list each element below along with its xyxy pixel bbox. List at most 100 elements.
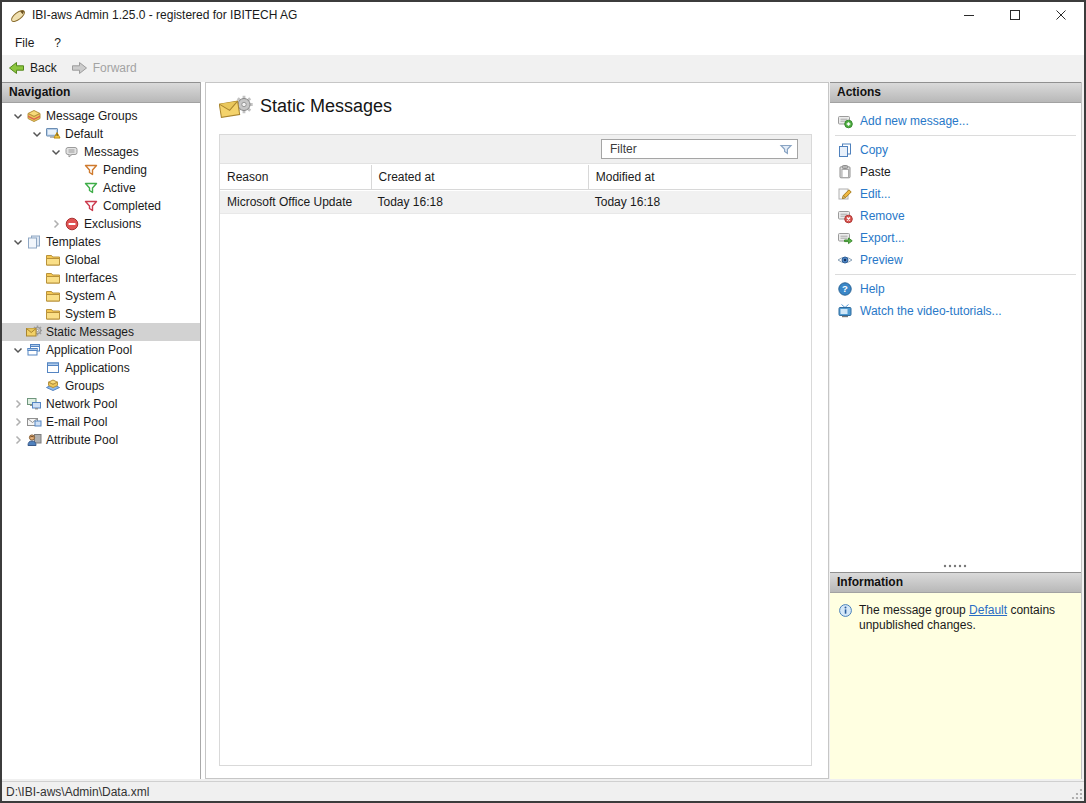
column-header-created-at[interactable]: Created at <box>371 165 588 189</box>
tree-item-static-messages[interactable]: Static Messages <box>2 323 200 341</box>
back-arrow-icon <box>8 60 25 76</box>
chevron-right-icon[interactable] <box>48 216 64 232</box>
menu-[interactable]: ? <box>44 30 71 55</box>
action-label: Preview <box>860 253 903 267</box>
action-export[interactable]: Export... <box>830 227 1081 249</box>
funnel-pending-icon <box>83 162 99 178</box>
chevron-down-icon[interactable] <box>10 342 26 358</box>
tree-item-active[interactable]: Active <box>2 179 200 197</box>
action-label: Add new message... <box>860 114 969 128</box>
menu-file[interactable]: File <box>5 30 44 55</box>
action-separator <box>835 274 1076 275</box>
cell: Today 16:18 <box>371 191 588 213</box>
tree-item-messages[interactable]: Messages <box>2 143 200 161</box>
action-remove[interactable]: Remove <box>830 205 1081 227</box>
funnel-active-icon <box>83 180 99 196</box>
tree-item-attribute-pool[interactable]: Attribute Pool <box>2 431 200 449</box>
tree-item-label: E-mail Pool <box>46 415 107 429</box>
chevron-spacer <box>67 198 83 214</box>
chevron-right-icon[interactable] <box>10 396 26 412</box>
tree-item-label: Applications <box>65 361 130 375</box>
main-panel: Static Messages Filter ReasonCreated atM… <box>205 82 829 779</box>
action-label: Paste <box>860 165 891 179</box>
forward-arrow-icon <box>71 60 88 76</box>
chevron-right-icon[interactable] <box>10 414 26 430</box>
right-panel: Actions Add new message...CopyPasteEdit.… <box>830 82 1082 779</box>
tree-item-default[interactable]: Default <box>2 125 200 143</box>
tree-item-system-a[interactable]: System A <box>2 287 200 305</box>
messages-table: Filter ReasonCreated atModified at Micro… <box>219 134 812 766</box>
chevron-spacer <box>67 180 83 196</box>
tree-item-network-pool[interactable]: Network Pool <box>2 395 200 413</box>
action-preview[interactable]: Preview <box>830 249 1081 271</box>
action-add-new-message[interactable]: Add new message... <box>830 110 1081 132</box>
tree-item-groups[interactable]: Groups <box>2 377 200 395</box>
email-pool-icon <box>26 414 42 430</box>
action-copy[interactable]: Copy <box>830 139 1081 161</box>
message-groups-icon <box>26 108 42 124</box>
default-group-link[interactable]: Default <box>969 603 1007 617</box>
toolbar-label: Back <box>30 61 57 75</box>
chevron-down-icon[interactable] <box>48 144 64 160</box>
chevron-down-icon[interactable] <box>10 234 26 250</box>
paste-icon <box>837 164 853 180</box>
maximize-button[interactable] <box>992 0 1038 30</box>
action-label: Copy <box>860 143 888 157</box>
info-icon <box>838 603 853 618</box>
chevron-down-icon[interactable] <box>29 126 45 142</box>
close-button[interactable] <box>1038 0 1084 30</box>
tree-item-label: Groups <box>65 379 104 393</box>
message-export-icon <box>837 230 853 246</box>
back-button[interactable]: Back <box>2 56 63 80</box>
tree-item-global[interactable]: Global <box>2 251 200 269</box>
message-remove-icon <box>837 208 853 224</box>
tree-item-completed[interactable]: Completed <box>2 197 200 215</box>
tree-item-interfaces[interactable]: Interfaces <box>2 269 200 287</box>
tree-item-system-b[interactable]: System B <box>2 305 200 323</box>
action-edit[interactable]: Edit... <box>830 183 1081 205</box>
folder-icon <box>45 270 61 286</box>
tree-item-label: System A <box>65 289 116 303</box>
forward-button[interactable]: Forward <box>65 56 143 80</box>
column-header-reason[interactable]: Reason <box>220 165 371 189</box>
tree-item-label: Network Pool <box>46 397 117 411</box>
filter-input[interactable]: Filter <box>601 139 798 159</box>
panel-splitter[interactable] <box>830 560 1081 572</box>
minimize-button[interactable] <box>946 0 992 30</box>
tree-item-label: Exclusions <box>84 217 141 231</box>
resize-grip[interactable] <box>1071 788 1083 800</box>
information-header: Information <box>830 572 1081 593</box>
table-header: ReasonCreated atModified at <box>220 165 811 190</box>
action-watch-the-video-tutorials[interactable]: Watch the video-tutorials... <box>830 300 1081 322</box>
tree-item-label: Active <box>103 181 136 195</box>
filter-funnel-icon[interactable] <box>778 141 794 157</box>
tree-item-templates[interactable]: Templates <box>2 233 200 251</box>
tree-item-application-pool[interactable]: Application Pool <box>2 341 200 359</box>
chevron-down-icon[interactable] <box>10 108 26 124</box>
templates-icon <box>26 234 42 250</box>
static-messages-icon <box>26 324 42 340</box>
column-header-modified-at[interactable]: Modified at <box>588 165 811 189</box>
tree-item-applications[interactable]: Applications <box>2 359 200 377</box>
tree-item-e-mail-pool[interactable]: E-mail Pool <box>2 413 200 431</box>
window-title: IBI-aws Admin 1.25.0 - registered for IB… <box>32 0 297 30</box>
groups-icon <box>45 378 61 394</box>
tree-item-pending[interactable]: Pending <box>2 161 200 179</box>
tree-item-exclusions[interactable]: Exclusions <box>2 215 200 233</box>
table-row[interactable]: Microsoft Office UpdateToday 16:18Today … <box>220 191 811 214</box>
chevron-spacer <box>67 162 83 178</box>
chevron-spacer <box>29 306 45 322</box>
chevron-spacer <box>29 378 45 394</box>
messages-icon <box>64 144 80 160</box>
chevron-right-icon[interactable] <box>10 432 26 448</box>
navigation-tree: Message Groups DefaultMessagesPending Acti… <box>2 107 200 449</box>
action-paste[interactable]: Paste <box>830 161 1081 183</box>
action-help[interactable]: ?Help <box>830 278 1081 300</box>
tree-item-message-groups[interactable]: Message Groups <box>2 107 200 125</box>
svg-text:?: ? <box>842 283 848 294</box>
window-controls <box>946 0 1084 30</box>
app-icon <box>9 6 27 24</box>
close-icon <box>1055 9 1067 21</box>
chevron-spacer <box>10 324 26 340</box>
tree-item-label: Message Groups <box>46 109 137 123</box>
